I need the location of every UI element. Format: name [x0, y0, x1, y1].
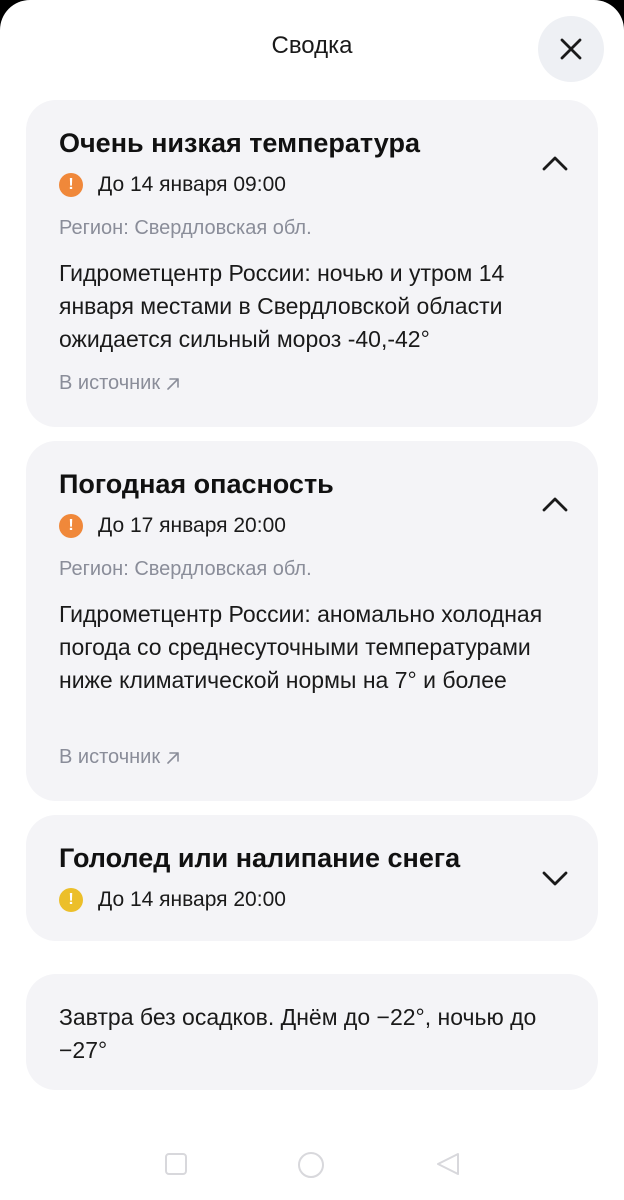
recents-button[interactable] [164, 1152, 188, 1181]
forecast-card: Завтра без осадков. Днём до −22°, ночью … [26, 974, 598, 1090]
warning-icon: ! [59, 173, 83, 197]
alert-region: Регион: Свердловская обл. [59, 217, 312, 239]
external-link-icon [167, 751, 179, 764]
chevron-down-icon [542, 871, 568, 886]
expand-button[interactable] [540, 863, 570, 893]
system-nav-bar [0, 1130, 624, 1200]
source-link[interactable]: В источник [59, 372, 180, 395]
warning-icon: ! [59, 888, 83, 912]
alert-title: Погодная опасность [59, 469, 334, 499]
alert-date-row: ! До 14 января 09:00 [59, 173, 286, 197]
forecast-text: Завтра без осадков. Днём до −22°, ночью … [59, 1004, 537, 1063]
alert-title: Гололед или налипание снега [59, 843, 461, 873]
back-button[interactable] [436, 1152, 460, 1181]
alert-card-ice[interactable]: Гололед или налипание снега ! До 14 янва… [26, 815, 598, 941]
external-link-icon [167, 377, 179, 390]
alert-date: До 14 января 20:00 [98, 888, 286, 911]
alert-date: До 14 января 09:00 [98, 173, 286, 196]
chevron-up-icon [542, 156, 568, 171]
alert-date-row: ! До 17 января 20:00 [59, 514, 286, 538]
home-icon [298, 1152, 324, 1178]
alert-card-weather-hazard: Погодная опасность ! До 17 января 20:00 … [26, 441, 598, 801]
home-button[interactable] [296, 1150, 326, 1185]
chevron-up-icon [542, 497, 568, 512]
page-title: Сводка [271, 32, 353, 59]
back-icon [437, 1153, 459, 1175]
alert-region: Регион: Свердловская обл. [59, 558, 312, 580]
collapse-button[interactable] [540, 148, 570, 178]
alert-card-low-temperature: Очень низкая температура ! До 14 января … [26, 100, 598, 427]
alert-date-row: ! До 14 января 20:00 [59, 888, 286, 912]
close-icon [560, 38, 582, 60]
source-link-label: В источник [59, 372, 161, 394]
warning-icon: ! [59, 514, 83, 538]
close-button[interactable] [538, 16, 604, 82]
recents-icon [165, 1153, 187, 1175]
source-link-label: В источник [59, 746, 161, 768]
alert-description: Гидрометцентр России: ночью и утром 14 я… [59, 260, 505, 352]
source-link[interactable]: В источник [59, 746, 180, 769]
summary-sheet: Сводка Очень низкая температура ! До 14 … [0, 0, 624, 1200]
alert-description: Гидрометцентр России: аномально холодная… [59, 601, 543, 693]
collapse-button[interactable] [540, 489, 570, 519]
alert-title: Очень низкая температура [59, 128, 420, 158]
alert-date: До 17 января 20:00 [98, 514, 286, 537]
